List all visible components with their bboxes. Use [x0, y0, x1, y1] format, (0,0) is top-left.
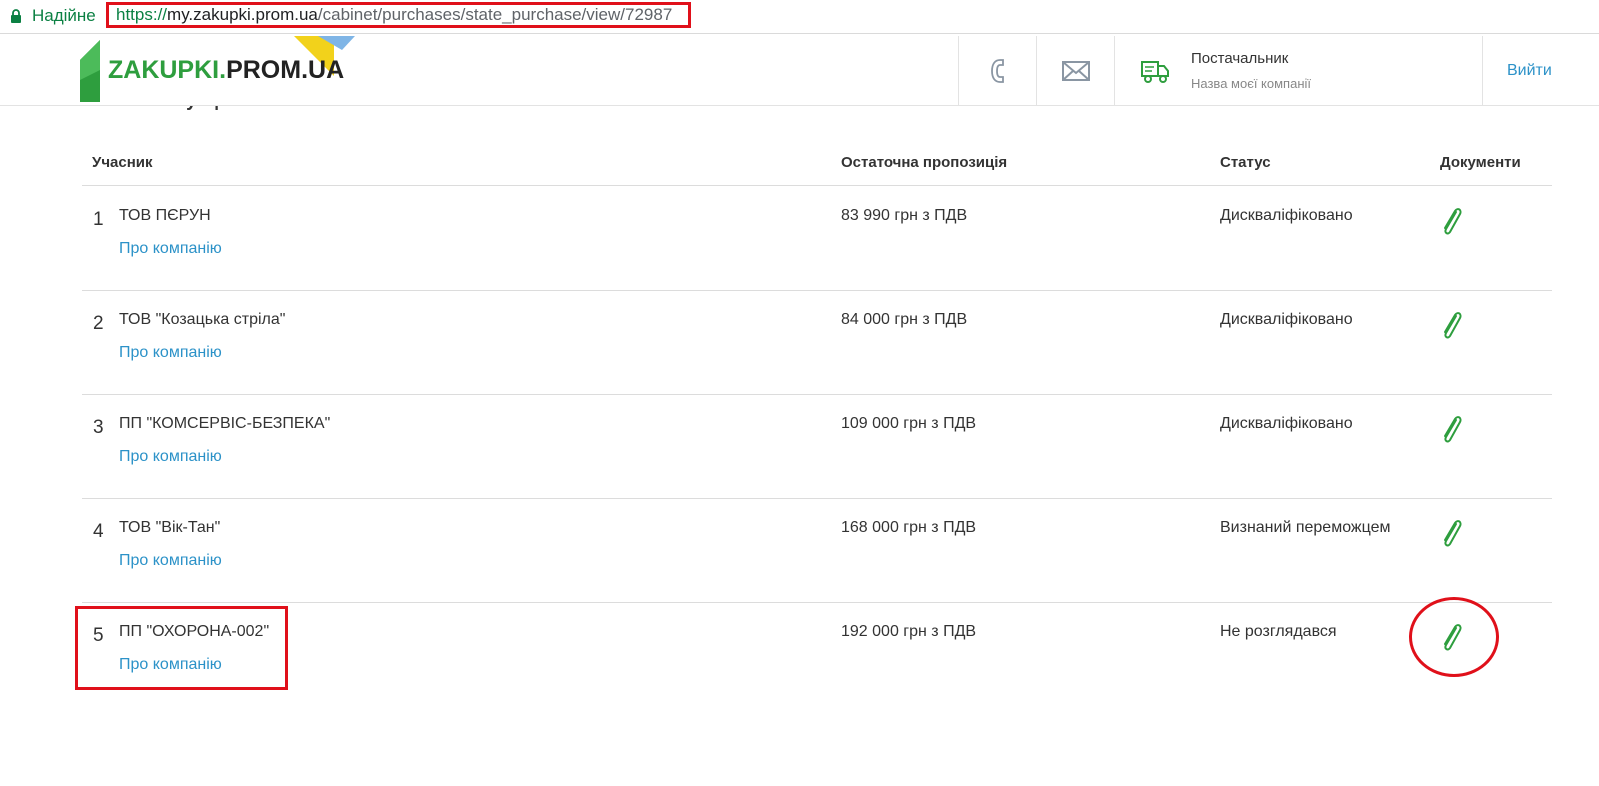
- url-host: my.zakupki.prom.ua: [167, 5, 318, 24]
- column-final-offer: Остаточна пропозиція: [841, 154, 1008, 171]
- final-offer: 83 990 грн з ПДВ: [841, 207, 968, 224]
- logo-text[interactable]: ZAKUPKI.PROM.UA: [108, 56, 344, 85]
- browser-address-bar: Надійне https://my.zakupki.prom.ua/cabin…: [0, 0, 1599, 34]
- phone-button[interactable]: [958, 36, 1037, 105]
- about-company-link[interactable]: Про компанію: [119, 448, 222, 466]
- status: Не розглядався: [1220, 623, 1337, 640]
- truck-icon: [1141, 60, 1169, 83]
- status: Визнаний переможцем: [1220, 519, 1391, 536]
- table-row: 3 ПП "КОМСЕРВІС-БЕЗПЕКА" Про компанію 10…: [82, 394, 1552, 499]
- supplier-account[interactable]: [1114, 36, 1483, 105]
- row-number: 1: [93, 209, 104, 230]
- company-name: ТОВ "Козацька стріла": [119, 311, 286, 328]
- company-name: ПП "КОМСЕРВІС-БЕЗПЕКА": [119, 415, 331, 432]
- phone-icon: [991, 58, 1004, 83]
- column-documents: Документи: [1440, 154, 1521, 171]
- logout-link[interactable]: Вийти: [1507, 62, 1552, 80]
- about-company-link[interactable]: Про компанію: [119, 240, 222, 258]
- paperclip-icon[interactable]: [1437, 308, 1467, 342]
- about-company-link[interactable]: Про компанію: [119, 344, 222, 362]
- final-offer: 109 000 грн з ПДВ: [841, 415, 977, 432]
- status: Дискваліфіковано: [1220, 415, 1353, 432]
- about-company-link[interactable]: Про компанію: [119, 552, 222, 570]
- table-row: 1 ТОВ ПЄРУН Про компанію 83 990 грн з ПД…: [82, 186, 1552, 291]
- mail-button[interactable]: [1036, 36, 1115, 105]
- company-name: ТОВ "Вік-Тан": [119, 519, 221, 536]
- status: Дискваліфіковано: [1220, 207, 1353, 224]
- column-status: Статус: [1220, 154, 1271, 171]
- logo-text-green: ZAKUPKI.: [108, 56, 227, 84]
- lock-icon: [11, 9, 21, 23]
- final-offer: 84 000 грн з ПДВ: [841, 311, 968, 328]
- table-row: 4 ТОВ "Вік-Тан" Про компанію 168 000 грн…: [82, 498, 1552, 603]
- table-header: Учасник Остаточна пропозиція Статус Доку…: [82, 140, 1552, 186]
- row-number: 2: [93, 313, 104, 334]
- logo-text-dark: PROM.UA: [226, 56, 345, 84]
- paperclip-icon[interactable]: [1437, 412, 1467, 446]
- company-name: ТОВ ПЄРУН: [119, 207, 211, 224]
- url-path: /cabinet/purchases/state_purchase/view/7…: [317, 5, 673, 24]
- status: Дискваліфіковано: [1220, 311, 1353, 328]
- table-row: 5 ПП "ОХОРОНА-002" Про компанію 192 000 …: [82, 602, 1552, 706]
- row-number: 4: [93, 521, 104, 542]
- url-field[interactable]: https://my.zakupki.prom.ua/cabinet/purch…: [116, 5, 672, 25]
- highlight-circle-annotation: [1409, 597, 1499, 677]
- highlight-rectangle-annotation: [75, 606, 288, 690]
- url-scheme: https://: [116, 5, 168, 24]
- paperclip-icon[interactable]: [1437, 516, 1467, 550]
- secure-label[interactable]: Надійне: [32, 6, 96, 26]
- column-participant: Учасник: [92, 154, 153, 171]
- table-row: 2 ТОВ "Козацька стріла" Про компанію 84 …: [82, 290, 1552, 395]
- row-number: 3: [93, 417, 104, 438]
- final-offer: 168 000 грн з ПДВ: [841, 519, 977, 536]
- final-offer: 192 000 грн з ПДВ: [841, 623, 977, 640]
- paperclip-icon[interactable]: [1437, 204, 1467, 238]
- mail-icon: [1062, 60, 1090, 81]
- supplier-role: Постачальник: [1191, 50, 1289, 67]
- supplier-company-name: Назва моєї компанії: [1191, 76, 1312, 91]
